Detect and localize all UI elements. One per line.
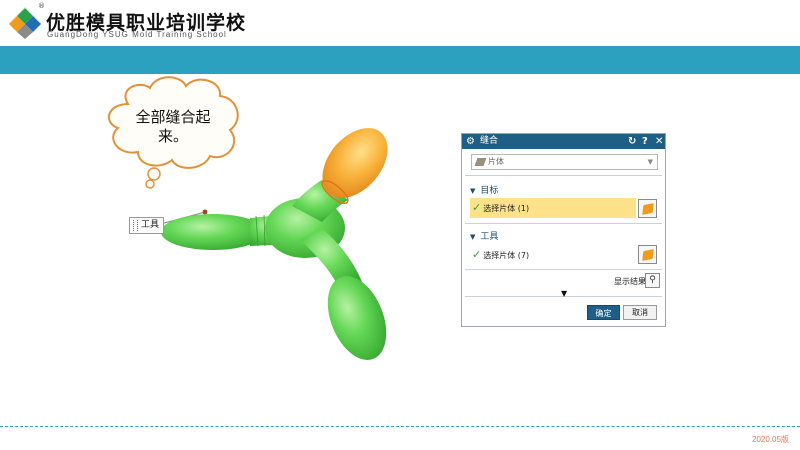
sheet-body-icon (642, 203, 654, 215)
thought-bubble-dot-small (145, 179, 155, 189)
cancel-button[interactable]: 取消 (623, 305, 657, 320)
checkmark-icon: ✓ (472, 248, 482, 261)
sheet-body-icon (642, 249, 654, 261)
ok-button[interactable]: 确定 (587, 305, 620, 320)
section-divider (465, 175, 662, 176)
dialog-title-bar: ⚙ 缝合 ↻ ? ✕ (462, 134, 665, 149)
magnifier-icon: ⚲ (649, 275, 656, 285)
tool-section-label: 工具 (480, 232, 499, 242)
tool-label: 工具 (129, 217, 165, 234)
checkmark-icon: ✓ (472, 201, 482, 214)
show-result-label: 显示结果 (614, 277, 646, 286)
collapse-triangle-icon: ▼ (470, 233, 476, 241)
help-icon[interactable]: ? (642, 134, 648, 149)
collapse-triangle-icon: ▼ (470, 187, 476, 195)
expand-more-icon[interactable]: ▼ (561, 289, 567, 298)
tool-select-sheet-button[interactable] (638, 245, 657, 264)
thought-bubble-dot-large (147, 167, 161, 181)
lower-arm (327, 276, 387, 360)
tool-select-label: 选择片体 (7) (483, 251, 530, 260)
reset-icon[interactable]: ↻ (628, 134, 636, 149)
sheet-body-icon (474, 158, 487, 166)
target-select-row[interactable]: ✓ 选择片体 (1) (470, 198, 636, 218)
show-result-button[interactable]: ⚲ (645, 273, 660, 288)
target-select-label: 选择片体 (1) (483, 204, 530, 213)
footer-divider (0, 426, 800, 427)
section-divider (465, 223, 662, 224)
type-dropdown-value: 片体 (488, 157, 504, 166)
target-section-label: 目标 (480, 186, 499, 196)
gear-icon[interactable]: ⚙ (466, 134, 475, 149)
tool-section-header[interactable]: ▼ 工具 (470, 229, 498, 242)
target-section-header[interactable]: ▼ 目标 (470, 183, 498, 196)
version-label: 2020.05版 (752, 435, 789, 444)
close-icon[interactable]: ✕ (655, 134, 663, 149)
model-scene (107, 76, 388, 360)
type-dropdown[interactable]: 片体 ▼ (471, 154, 658, 170)
target-select-sheet-button[interactable] (638, 199, 657, 218)
chevron-down-icon: ▼ (647, 158, 653, 166)
left-arm (161, 214, 265, 250)
section-divider (465, 269, 662, 270)
bubble-text: 全部缝合起来。 (135, 108, 211, 145)
tool-select-row[interactable]: ✓ 选择片体 (7) (470, 245, 636, 265)
selection-point (202, 209, 208, 215)
dialog-title: 缝合 (480, 136, 499, 146)
